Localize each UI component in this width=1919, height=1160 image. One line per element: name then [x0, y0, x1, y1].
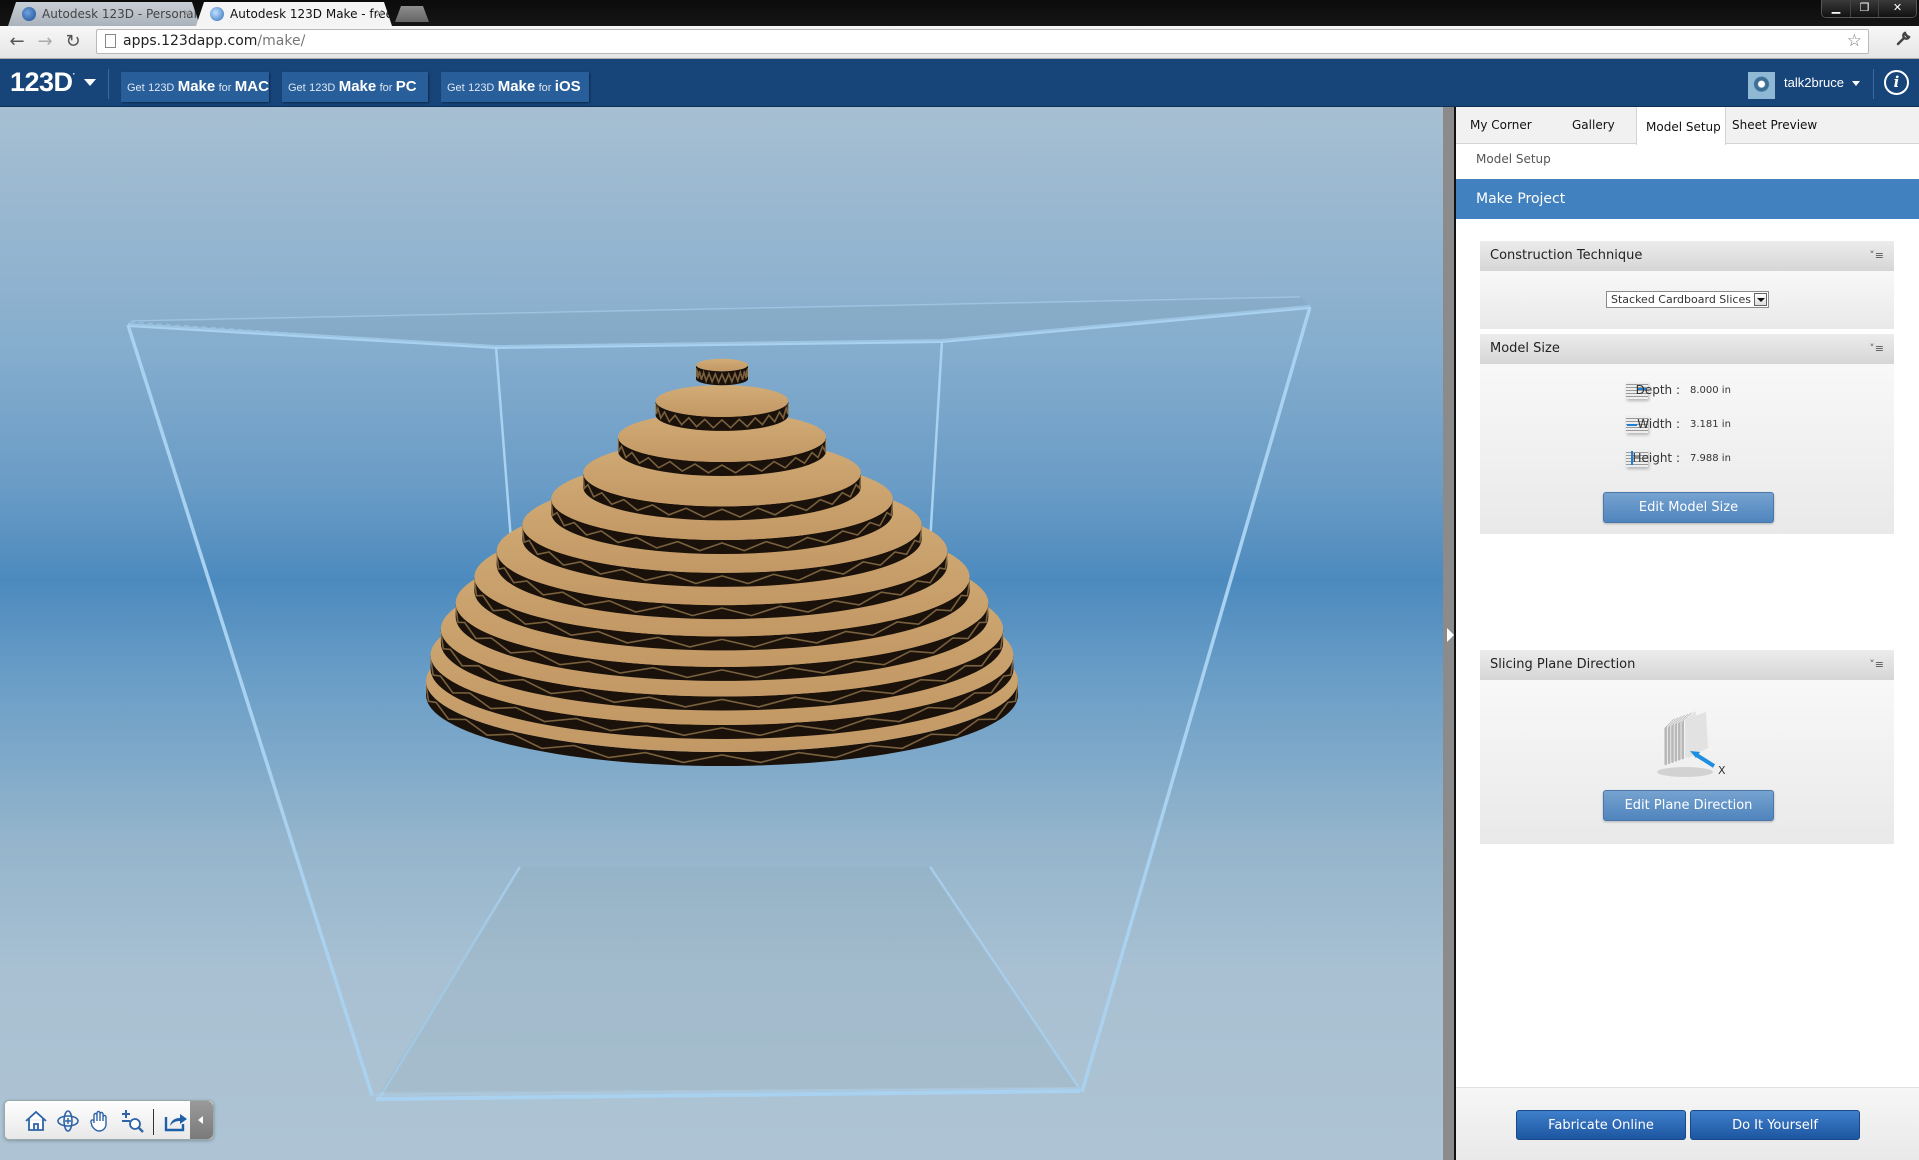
section-title: Construction Technique	[1490, 248, 1643, 263]
close-window-button[interactable]: ✕	[1878, 0, 1916, 17]
zoom-icon[interactable]	[119, 1109, 145, 1133]
get-make-mac-button[interactable]: Get 123D Make for MAC	[121, 72, 269, 102]
construction-technique-section: Construction Technique ˅≡ Stacked Cardbo…	[1480, 241, 1894, 329]
minimize-button[interactable]: ▁	[1822, 0, 1850, 17]
height-row: Height : 7.988 in	[1480, 448, 1894, 470]
scene-canvas[interactable]	[0, 107, 1443, 1160]
edit-plane-direction-button[interactable]: Edit Plane Direction	[1603, 790, 1774, 821]
right-panel: My Corner Gallery Model Setup Sheet Prev…	[1456, 107, 1919, 1160]
home-view-icon[interactable]	[23, 1109, 49, 1133]
panel-tab-bar: My Corner Gallery Model Setup Sheet Prev…	[1456, 107, 1919, 145]
app-header: 123D· Get 123D Make for MAC Get 123D Mak…	[0, 59, 1919, 107]
section-collapse-icon[interactable]: ˅≡	[1869, 334, 1884, 364]
slice-plate-front	[1686, 712, 1708, 758]
collapse-toolbar-button[interactable]	[190, 1101, 213, 1139]
tab-model-setup[interactable]: Model Setup	[1636, 107, 1726, 145]
collapse-panel-arrow-icon[interactable]	[1447, 628, 1454, 642]
section-header[interactable]: Model Size ˅≡	[1480, 334, 1894, 364]
chevron-down-icon[interactable]	[1852, 81, 1860, 86]
slice-top	[655, 385, 789, 417]
user-avatar[interactable]	[1748, 72, 1775, 99]
browser-tab-123d-make[interactable]: Autodesk 123D Make - free ✕	[196, 2, 392, 26]
section-title: Slicing Plane Direction	[1490, 657, 1636, 672]
axis-label: X	[1718, 764, 1726, 777]
dropdown-arrow-icon[interactable]	[1754, 293, 1767, 306]
url-text[interactable]: apps.123dapp.com/make/	[123, 30, 305, 53]
share-export-icon[interactable]	[163, 1109, 189, 1133]
box-edge-left	[126, 324, 374, 1096]
tab-gallery[interactable]: Gallery	[1564, 107, 1623, 144]
orbit-icon[interactable]	[55, 1109, 81, 1133]
depth-row: Depth : 8.000 in	[1480, 380, 1894, 402]
wrench-icon[interactable]	[1895, 31, 1911, 51]
bookmark-star-icon[interactable]: ☆	[1847, 30, 1862, 53]
close-tab-icon[interactable]: ✕	[183, 2, 192, 26]
favicon-icon	[210, 7, 224, 21]
edit-model-size-button[interactable]: Edit Model Size	[1603, 492, 1774, 523]
favicon-icon	[22, 7, 36, 21]
reload-button[interactable]: ↻	[62, 31, 84, 53]
chevron-down-icon[interactable]	[84, 79, 96, 86]
get-make-ios-button[interactable]: Get 123D Make for iOS	[441, 72, 589, 102]
browser-tab-123d-personal[interactable]: Autodesk 123D - Personal F ✕	[8, 2, 200, 26]
depth-value: 8.000 in	[1690, 385, 1731, 396]
slicing-plane-section: Slicing Plane Direction ˅≡ X Edit Plane …	[1480, 650, 1894, 844]
cardboard-slice	[695, 358, 749, 386]
browser-tab-title: Autodesk 123D - Personal F	[42, 7, 200, 21]
box-edge-bottom	[375, 1089, 1081, 1101]
address-bar[interactable]: apps.123dapp.com/make/ ☆	[96, 29, 1869, 54]
panel-footer: Fabricate Online Do It Yourself	[1456, 1087, 1919, 1160]
height-value: 7.988 in	[1690, 453, 1731, 464]
do-it-yourself-button[interactable]: Do It Yourself	[1690, 1110, 1860, 1140]
browser-tab-strip: Autodesk 123D - Personal F ✕ Autodesk 12…	[0, 0, 1919, 26]
3d-viewport[interactable]	[0, 107, 1443, 1160]
back-button[interactable]: ←	[6, 31, 28, 53]
get-make-pc-button[interactable]: Get 123D Make for PC	[282, 72, 428, 102]
browser-toolbar: ← → ↻ apps.123dapp.com/make/ ☆	[0, 26, 1919, 59]
pan-hand-icon[interactable]	[87, 1109, 113, 1133]
forward-button[interactable]: →	[34, 31, 56, 53]
panel-title: Make Project	[1456, 179, 1919, 219]
cardboard-model[interactable]	[425, 358, 1019, 767]
tab-my-corner[interactable]: My Corner	[1462, 107, 1540, 144]
width-value: 3.181 in	[1690, 419, 1731, 430]
section-header[interactable]: Construction Technique ˅≡	[1480, 241, 1894, 271]
slice-direction-icon: X	[1657, 710, 1726, 777]
divider	[153, 1109, 154, 1135]
section-title: Model Size	[1490, 341, 1560, 356]
model-size-section: Model Size ˅≡ Depth : 8.000 in Width : 3…	[1480, 334, 1894, 534]
username-menu[interactable]: talk2bruce	[1784, 59, 1844, 107]
breadcrumb: Model Setup	[1476, 152, 1551, 166]
close-tab-icon[interactable]: ✕	[375, 2, 384, 26]
cardboard-slice	[654, 385, 790, 431]
divider	[1873, 69, 1874, 99]
restore-button[interactable]: ❐	[1850, 0, 1878, 17]
section-header[interactable]: Slicing Plane Direction ˅≡	[1480, 650, 1894, 680]
width-label: Width :	[1637, 417, 1680, 431]
section-collapse-icon[interactable]: ˅≡	[1869, 650, 1884, 680]
123d-logo[interactable]: 123D·	[10, 67, 75, 98]
box-edge-right	[1080, 306, 1312, 1093]
info-icon[interactable]: i	[1884, 70, 1909, 95]
view-toolbar	[4, 1100, 214, 1140]
divider	[108, 69, 109, 99]
height-label: Height :	[1632, 451, 1680, 465]
slice-top	[696, 358, 748, 372]
depth-label: Depth :	[1635, 383, 1680, 397]
page-icon	[105, 34, 116, 48]
new-tab-button[interactable]	[395, 6, 429, 22]
construction-technique-select[interactable]: Stacked Cardboard Slices	[1606, 291, 1769, 308]
fabricate-online-button[interactable]: Fabricate Online	[1516, 1110, 1686, 1140]
section-collapse-icon[interactable]: ˅≡	[1869, 241, 1884, 271]
box-face-bottom	[380, 867, 1078, 1092]
browser-tab-title: Autodesk 123D Make - free	[230, 7, 392, 21]
box-face-top	[128, 297, 1310, 347]
window-controls: ▁ ❐ ✕	[1821, 0, 1917, 18]
width-row: Width : 3.181 in	[1480, 414, 1894, 436]
tab-sheet-preview[interactable]: Sheet Preview	[1724, 107, 1825, 144]
